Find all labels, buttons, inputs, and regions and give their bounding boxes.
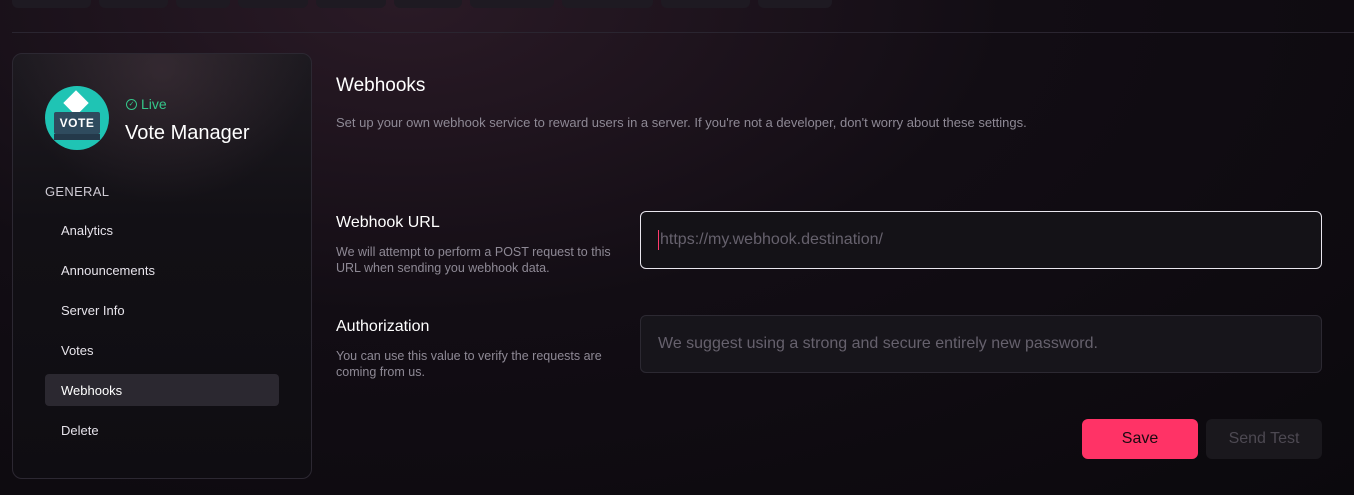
authorization-label: Authorization: [336, 318, 430, 335]
webhook-url-placeholder: https://my.webhook.destination/: [660, 231, 883, 248]
top-tab[interactable]: [470, 0, 554, 8]
avatar-vote-text: VOTE: [54, 112, 100, 134]
authorization-help: You can use this value to verify the req…: [336, 349, 602, 379]
webhook-url-help: We will attempt to perform a POST reques…: [336, 245, 611, 275]
status-text: Live: [141, 96, 167, 112]
top-tab[interactable]: [758, 0, 832, 8]
sidebar-item-delete[interactable]: Delete: [45, 414, 279, 446]
top-tab[interactable]: [99, 0, 168, 8]
top-tab[interactable]: [12, 0, 91, 8]
webhook-url-input[interactable]: https://my.webhook.destination/: [640, 211, 1322, 269]
sidebar-item-analytics[interactable]: Analytics: [45, 214, 279, 246]
webhook-url-label: Webhook URL: [336, 214, 440, 231]
check-circle-icon: ✓: [126, 98, 137, 110]
top-tab-strip: [12, 0, 832, 8]
authorization-input[interactable]: We suggest using a strong and secure ent…: [640, 315, 1322, 373]
top-tab[interactable]: [394, 0, 462, 8]
page-title: Webhooks: [336, 75, 426, 96]
top-tab[interactable]: [661, 0, 750, 8]
top-tab[interactable]: [238, 0, 308, 8]
sidebar-section-label: GENERAL: [45, 184, 110, 199]
authorization-placeholder: We suggest using a strong and secure ent…: [658, 335, 1098, 352]
sidebar-item-votes[interactable]: Votes: [45, 334, 279, 366]
page-description: Set up your own webhook service to rewar…: [336, 115, 1027, 130]
top-tab[interactable]: [562, 0, 653, 8]
save-button[interactable]: Save: [1082, 419, 1198, 459]
top-divider: [12, 32, 1354, 33]
ballot-box-base: [54, 134, 100, 140]
sidebar-item-webhooks[interactable]: Webhooks: [45, 374, 279, 406]
sidebar-item-announcements[interactable]: Announcements: [45, 254, 279, 286]
sidebar-nav: Analytics Announcements Server Info Vote…: [45, 214, 279, 454]
status-badge: ✓ Live: [126, 96, 167, 112]
top-tab[interactable]: [176, 0, 230, 8]
sidebar-item-server-info[interactable]: Server Info: [45, 294, 279, 326]
avatar: VOTE: [45, 86, 109, 150]
app-name: Vote Manager: [125, 122, 250, 144]
text-caret: [658, 230, 659, 250]
send-test-button[interactable]: Send Test: [1206, 419, 1322, 459]
top-tab[interactable]: [316, 0, 386, 8]
sidebar: VOTE ✓ Live Vote Manager GENERAL Analyti…: [12, 53, 312, 479]
